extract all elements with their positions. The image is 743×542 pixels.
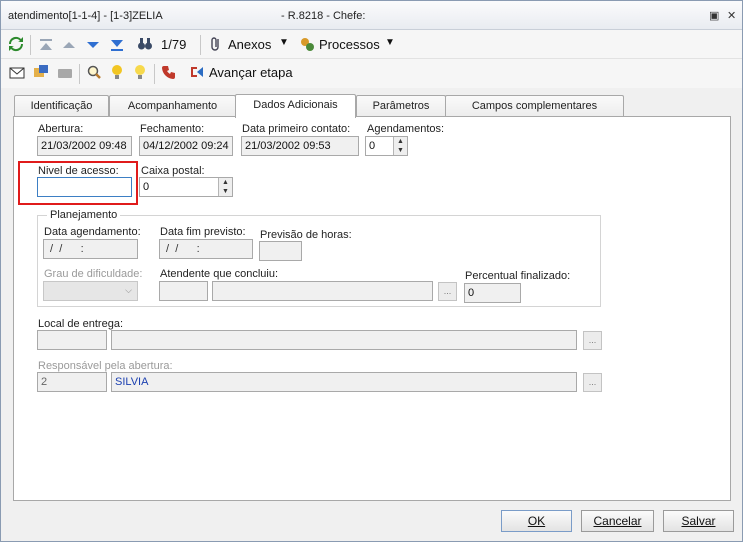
toolbar-separator — [200, 35, 201, 55]
data-fim-value: / / : — [163, 243, 200, 255]
ok-button[interactable]: OK — [501, 510, 572, 532]
salvar-button[interactable]: Salvar — [663, 510, 734, 532]
tab-campos-complementares[interactable]: Campos complementares — [445, 95, 624, 117]
data-agendamento-label: Data agendamento: — [44, 226, 141, 238]
magnifier-icon[interactable] — [86, 64, 102, 80]
previsao-horas-label: Previsão de horas: — [260, 229, 352, 241]
responsavel-name-field: SILVIA — [111, 372, 577, 392]
window-title: atendimento[1-1-4] - [1-3]ZELIA — [8, 10, 163, 22]
restore-icon[interactable]: ▣ — [709, 9, 719, 22]
cancelar-button[interactable]: Cancelar — [581, 510, 654, 532]
processos-menu[interactable]: Processos — [319, 37, 380, 52]
data-fim-field[interactable]: / / : — [159, 239, 253, 259]
agendamentos-spin-buttons[interactable]: ▲ ▼ — [393, 137, 407, 155]
first-record-icon[interactable] — [38, 37, 54, 53]
chevron-down-icon[interactable]: ⌵ — [125, 285, 132, 296]
anexos-dropdown-icon[interactable]: ▼ — [279, 37, 289, 48]
tab-acompanhamento[interactable]: Acompanhamento — [109, 95, 236, 117]
previous-record-icon[interactable] — [61, 37, 77, 53]
transfer-icon[interactable] — [33, 64, 49, 80]
responsavel-label: Responsável pela abertura: — [38, 360, 173, 372]
highlight-box — [18, 161, 138, 205]
close-icon[interactable]: ✕ — [727, 9, 736, 22]
lightbulb-icon[interactable] — [109, 64, 125, 80]
abertura-label: Abertura: — [38, 123, 84, 135]
primeiro-contato-field[interactable]: 21/03/2002 09:53 — [241, 136, 359, 156]
email-icon[interactable] — [9, 65, 25, 81]
main-window: atendimento[1-1-4] - [1-3]ZELIA - R.8218… — [0, 0, 743, 542]
data-agendamento-field[interactable]: / / : — [43, 239, 138, 259]
spin-down-icon[interactable]: ▼ — [219, 187, 232, 196]
processos-dropdown-icon[interactable]: ▼ — [385, 37, 395, 48]
responsavel-lookup-button: ... — [583, 373, 602, 392]
tab-identificacao[interactable]: Identificação — [14, 95, 109, 117]
percentual-label: Percentual finalizado: — [465, 270, 571, 282]
processes-gear-icon — [301, 38, 314, 51]
record-position: 1/79 — [161, 37, 187, 52]
tab-parametros[interactable]: Parâmetros — [356, 95, 446, 117]
data-agendamento-value: / / : — [47, 243, 84, 255]
anexos-menu[interactable]: Anexos — [228, 37, 271, 52]
agendamentos-value: 0 — [369, 140, 376, 152]
atendente-label: Atendente que concluiu: — [160, 268, 279, 280]
previsao-horas-field[interactable] — [259, 241, 302, 261]
phone-icon[interactable] — [161, 64, 177, 80]
refresh-icon[interactable] — [8, 36, 24, 52]
actions-toolbar: Avançar etapa — [1, 59, 742, 88]
caixa-postal-spin-buttons[interactable]: ▲ ▼ — [218, 178, 232, 196]
local-entrega-code-field[interactable] — [37, 330, 107, 350]
last-record-icon[interactable] — [109, 37, 125, 53]
window-title-extra: - R.8218 - Chefe: — [281, 10, 366, 22]
navigation-toolbar: 1/79 Anexos ▼ Processos ▼ — [1, 30, 742, 59]
advance-step-icon — [191, 67, 203, 77]
atendente-lookup-button[interactable]: ... — [438, 282, 457, 301]
responsavel-code-field: 2 — [37, 372, 107, 392]
grau-dificuldade-label: Grau de dificuldade: — [44, 268, 143, 280]
spin-up-icon[interactable]: ▲ — [394, 137, 407, 146]
paperclip-icon — [211, 37, 219, 51]
planejamento-title: Planejamento — [47, 209, 121, 221]
local-entrega-lookup-button[interactable]: ... — [583, 331, 602, 350]
tab-dados-adicionais[interactable]: Dados Adicionais — [235, 94, 356, 118]
toolbar-separator — [154, 64, 155, 84]
fechamento-field[interactable]: 04/12/2002 09:24 — [139, 136, 233, 156]
caixa-postal-label: Caixa postal: — [141, 165, 205, 177]
spin-down-icon[interactable]: ▼ — [394, 146, 407, 155]
data-fim-label: Data fim previsto: — [160, 226, 246, 238]
spin-up-icon[interactable]: ▲ — [219, 178, 232, 187]
disabled-action-icon — [58, 69, 72, 78]
agendamentos-label: Agendamentos: — [367, 123, 445, 135]
caixa-postal-value: 0 — [143, 181, 150, 193]
primeiro-contato-label: Data primeiro contato: — [242, 123, 351, 135]
local-entrega-name-field[interactable] — [111, 330, 577, 350]
title-bar: atendimento[1-1-4] - [1-3]ZELIA - R.8218… — [1, 1, 742, 30]
percentual-field[interactable]: 0 — [464, 283, 521, 303]
atendente-name-field[interactable] — [212, 281, 433, 301]
avancar-etapa-button[interactable]: Avançar etapa — [209, 65, 293, 80]
abertura-field[interactable]: 21/03/2002 09:48 — [37, 136, 132, 156]
fechamento-label: Fechamento: — [140, 123, 205, 135]
lightbulb-alt-icon[interactable] — [132, 64, 148, 80]
search-binoculars-icon[interactable] — [137, 36, 153, 52]
toolbar-separator — [79, 64, 80, 84]
local-entrega-label: Local de entrega: — [38, 318, 124, 330]
grau-dificuldade-select[interactable]: ⌵ — [43, 281, 138, 301]
next-record-icon[interactable] — [85, 37, 101, 53]
atendente-code-field[interactable] — [159, 281, 208, 301]
toolbar-separator — [30, 35, 31, 55]
